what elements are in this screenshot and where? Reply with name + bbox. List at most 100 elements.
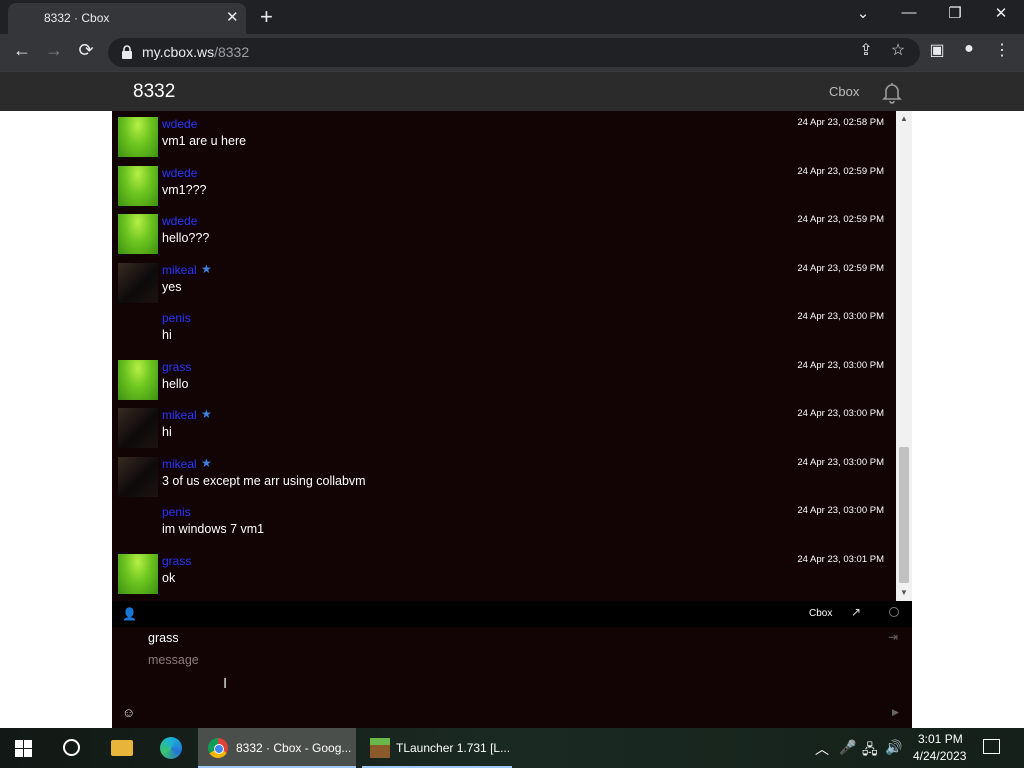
message-timestamp: 24 Apr 23, 02:59 PM <box>797 165 884 177</box>
profile-icon[interactable]: ● <box>958 40 980 58</box>
page: 8332 Cbox wdede vm1 are u here 24 Apr 23, … <box>0 71 1024 728</box>
edge-icon[interactable] <box>160 737 182 759</box>
side-panel-icon[interactable]: ▣ <box>926 40 948 60</box>
message-username[interactable]: penis <box>162 311 191 325</box>
message-text: hi <box>162 328 172 342</box>
taskbar-chrome-button[interactable]: 8332 · Cbox - Goog... <box>198 728 356 768</box>
message-timestamp: 24 Apr 23, 02:59 PM <box>797 214 884 225</box>
browser-toolbar: ← → ⟳ my.cbox.ws/8332 ⇪ ☆ ▣ ● ⋮ <box>0 34 1024 71</box>
chat-message: mikeal ★ yes 24 Apr 23, 02:59 PM <box>112 259 896 307</box>
chat-panel: wdede vm1 are u here 24 Apr 23, 02:58 PM wd… <box>112 111 912 601</box>
restore-icon[interactable]: ❐ <box>940 4 970 22</box>
tray-chevron-icon[interactable]: ︿ <box>815 739 829 759</box>
message-timestamp: 24 Apr 23, 03:00 PM <box>797 505 884 516</box>
address-bar[interactable]: my.cbox.ws/8332 <box>108 38 920 67</box>
cbox-brand-link[interactable]: Cbox <box>829 84 859 99</box>
login-icon[interactable]: ⇥ <box>888 630 898 644</box>
notification-icon[interactable] <box>983 739 1000 754</box>
message-text: ok <box>162 570 176 585</box>
message-username[interactable]: mikeal <box>162 408 197 422</box>
scroll-thumb[interactable] <box>899 447 909 583</box>
message-username[interactable]: grass <box>162 554 191 568</box>
page-title: 8332 <box>133 81 176 102</box>
chat-message: grass hello 24 Apr 23, 03:00 PM <box>112 356 896 404</box>
message-timestamp: 24 Apr 23, 03:00 PM <box>797 311 884 322</box>
search-icon[interactable] <box>63 739 80 756</box>
message-input[interactable] <box>142 649 842 671</box>
chat-bar: 👤 Cbox ↗ <box>112 601 912 627</box>
windows-start-icon[interactable] <box>15 740 32 757</box>
new-tab-icon[interactable]: + <box>260 4 273 30</box>
message-text: hello <box>162 376 189 391</box>
chrome-menu-icon[interactable]: ⋮ <box>991 40 1013 60</box>
message-timestamp: 24 Apr 23, 02:58 PM <box>797 117 884 128</box>
reload-icon[interactable]: ⟳ <box>74 40 98 61</box>
back-icon[interactable]: ← <box>10 40 34 61</box>
avatar[interactable] <box>118 553 158 594</box>
avatar[interactable] <box>118 214 158 254</box>
message-username[interactable]: wdede <box>162 117 197 131</box>
url-text: my.cbox.ws/8332 <box>142 44 250 60</box>
message-text: hello??? <box>162 231 210 245</box>
taskbar-chrome-label: 8332 · Cbox - Goog... <box>236 741 352 755</box>
chat-message: mikeal ★ 3 of us except me arr using colla… <box>112 453 896 501</box>
avatar[interactable] <box>118 165 158 206</box>
tlauncher-icon <box>370 738 390 758</box>
message-username[interactable]: grass <box>162 360 191 374</box>
network-icon[interactable]: 🖧 <box>862 739 878 763</box>
popout-icon[interactable]: ↗ <box>851 605 861 619</box>
message-username[interactable]: mikeal <box>162 263 197 277</box>
cbox-favicon-icon <box>20 12 34 26</box>
taskbar-tlauncher-button[interactable]: TLauncher 1.731 [L... <box>362 728 512 768</box>
chrome-icon <box>208 738 228 758</box>
chat-message: wdede vm1??? 24 Apr 23, 02:59 PM <box>112 162 896 210</box>
chat-message: wdede hello??? 24 Apr 23, 02:59 PM <box>112 210 896 258</box>
cbox-bar-link[interactable]: Cbox <box>809 608 832 619</box>
browser-tab[interactable]: 8332 · Cbox ✕ <box>8 3 246 34</box>
user-icon[interactable]: 👤 <box>122 607 137 621</box>
message-text: 3 of us except me arr using collabvm <box>162 473 366 488</box>
message-timestamp: 24 Apr 23, 02:59 PM <box>797 262 884 274</box>
close-window-icon[interactable]: ✕ <box>986 4 1016 22</box>
chat-message: grass ok 24 Apr 23, 03:01 PM <box>112 550 896 598</box>
share-icon[interactable]: ⇪ <box>855 40 877 60</box>
message-text: hi <box>162 425 172 439</box>
emoji-icon[interactable]: ☺ <box>122 705 135 720</box>
message-timestamp: 24 Apr 23, 03:01 PM <box>797 553 884 565</box>
avatar[interactable] <box>118 117 158 157</box>
clock-date[interactable]: 4/24/2023 <box>913 749 966 763</box>
chat-message: mikeal ★ hi 24 Apr 23, 03:00 PM <box>112 404 896 452</box>
forward-icon[interactable]: → <box>42 40 66 61</box>
scroll-down-arrow[interactable]: ▼ <box>896 585 912 601</box>
file-explorer-icon[interactable] <box>111 740 133 756</box>
scrollbar[interactable]: ▲ ▼ <box>896 111 912 601</box>
name-field[interactable]: grass <box>148 631 179 645</box>
avatar[interactable] <box>118 359 158 400</box>
send-icon[interactable]: ▶ <box>892 707 899 718</box>
message-timestamp: 24 Apr 23, 03:00 PM <box>797 408 884 419</box>
microphone-icon[interactable]: 🎤 <box>839 739 856 756</box>
bell-icon[interactable] <box>880 80 904 104</box>
message-text: im windows 7 vm1 <box>162 522 265 536</box>
minimize-icon[interactable]: — <box>894 4 924 21</box>
message-username[interactable]: wdede <box>162 214 197 228</box>
clock-time[interactable]: 3:01 PM <box>918 732 963 746</box>
tab-close-icon[interactable]: ✕ <box>226 8 239 26</box>
message-username[interactable]: wdede <box>162 166 197 180</box>
message-text: yes <box>162 279 182 294</box>
avatar[interactable] <box>118 262 158 303</box>
bookmark-star-icon[interactable]: ☆ <box>887 40 909 60</box>
volume-icon[interactable]: 🔊 <box>885 739 902 756</box>
lock-icon <box>122 45 132 59</box>
status-circle-icon[interactable] <box>889 607 899 617</box>
message-username[interactable]: penis <box>162 505 191 519</box>
message-list: wdede vm1 are u here 24 Apr 23, 02:58 PM wd… <box>112 111 896 601</box>
text-cursor-icon: I <box>223 675 228 692</box>
verified-star-icon: ★ <box>201 455 212 470</box>
avatar[interactable] <box>118 408 158 448</box>
avatar[interactable] <box>118 456 158 497</box>
verified-star-icon: ★ <box>201 261 212 276</box>
scroll-up-arrow[interactable]: ▲ <box>896 111 912 127</box>
message-username[interactable]: mikeal <box>162 457 197 471</box>
tab-search-icon[interactable]: ⌄ <box>848 4 878 22</box>
